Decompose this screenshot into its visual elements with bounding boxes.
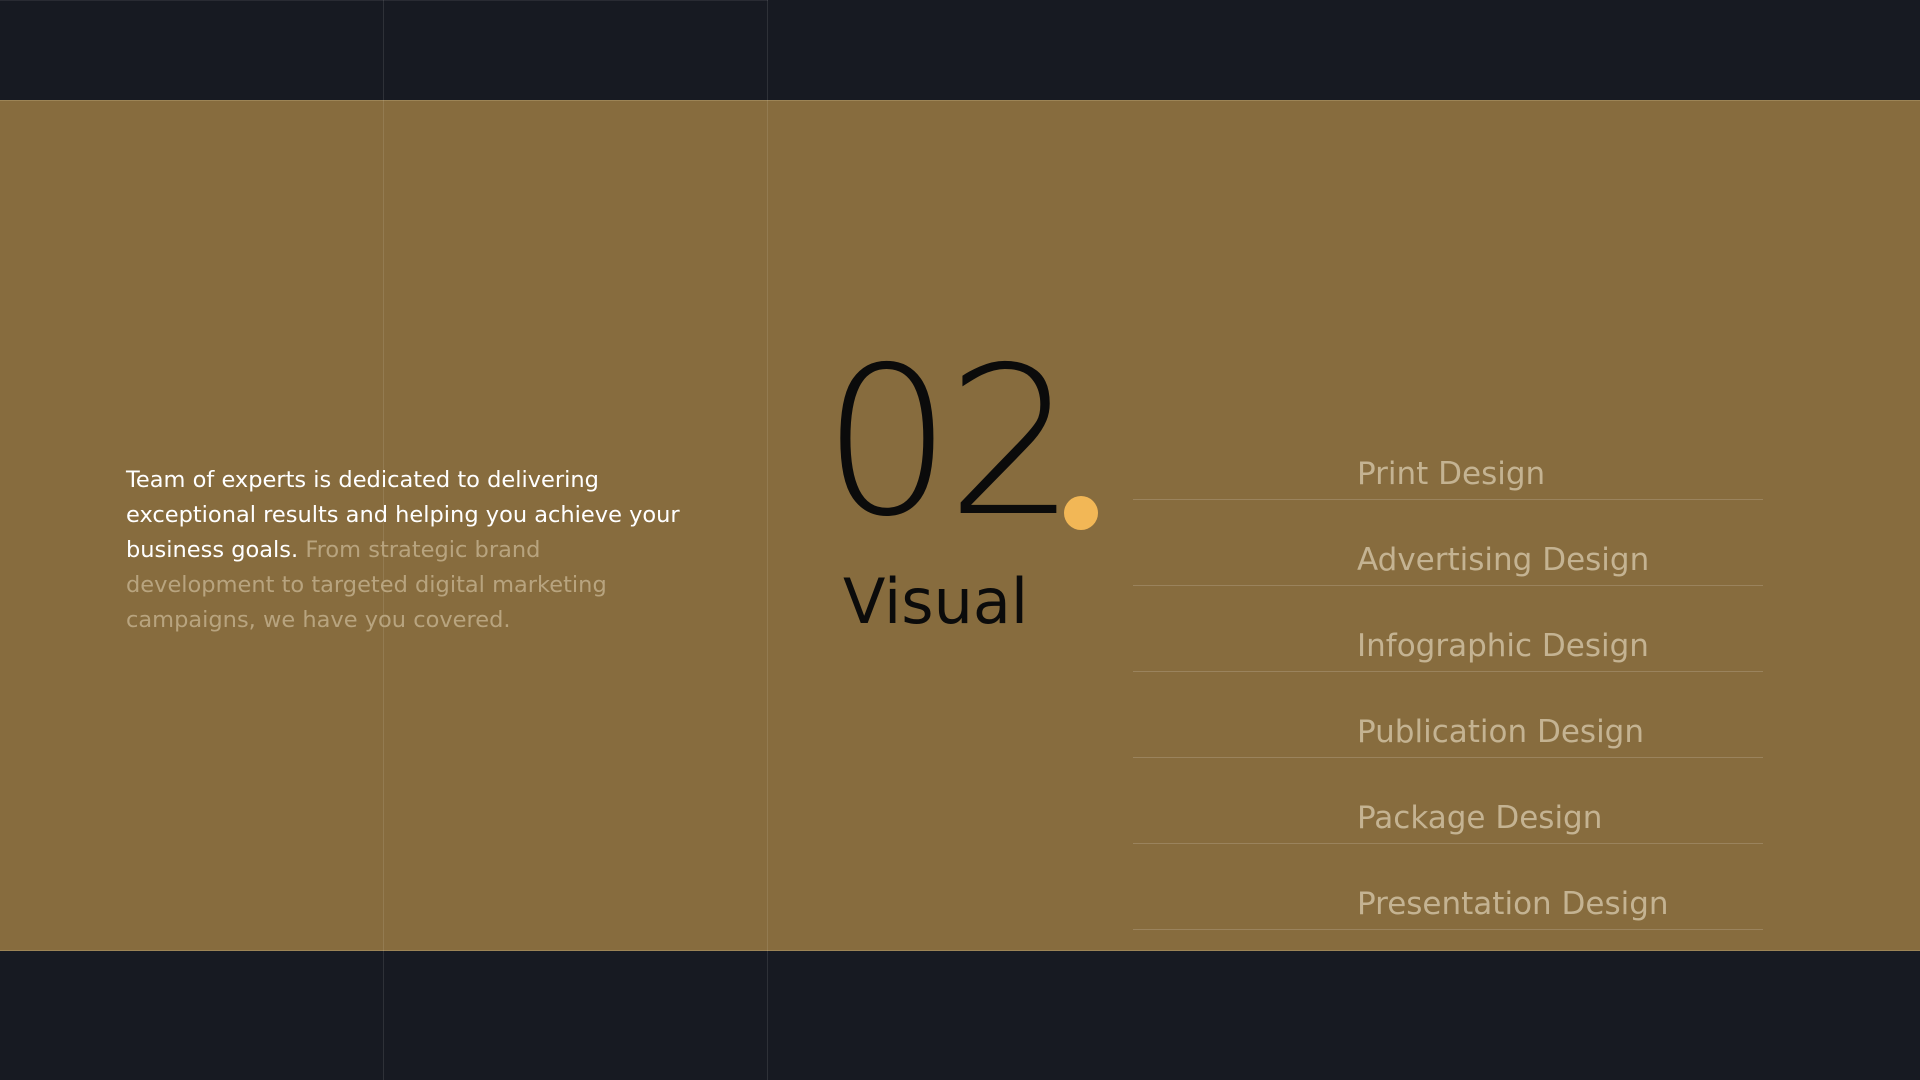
service-item-print[interactable]: Print Design — [1133, 414, 1763, 500]
section-number: 02 — [822, 324, 1077, 562]
accent-dot — [1064, 496, 1098, 530]
service-item-advertising[interactable]: Advertising Design — [1133, 500, 1763, 586]
grid-line — [767, 0, 768, 1080]
content-band: Team of experts is dedicated to deliveri… — [0, 100, 1920, 951]
top-divider — [0, 0, 768, 1]
service-label: Advertising Design — [1357, 542, 1650, 578]
page: Team of experts is dedicated to deliveri… — [0, 0, 1920, 1080]
service-label: Print Design — [1357, 456, 1546, 492]
services-list: Print Design Advertising Design Infograp… — [1133, 414, 1763, 930]
section-title: Visual — [843, 565, 1029, 638]
service-item-infographic[interactable]: Infographic Design — [1133, 586, 1763, 672]
service-item-publication[interactable]: Publication Design — [1133, 672, 1763, 758]
service-label: Infographic Design — [1357, 628, 1649, 664]
intro-text: Team of experts is dedicated to deliveri… — [126, 463, 686, 638]
service-item-presentation[interactable]: Presentation Design — [1133, 844, 1763, 930]
service-label: Package Design — [1357, 800, 1603, 836]
service-label: Presentation Design — [1357, 886, 1669, 922]
service-item-package[interactable]: Package Design — [1133, 758, 1763, 844]
service-label: Publication Design — [1357, 714, 1645, 750]
